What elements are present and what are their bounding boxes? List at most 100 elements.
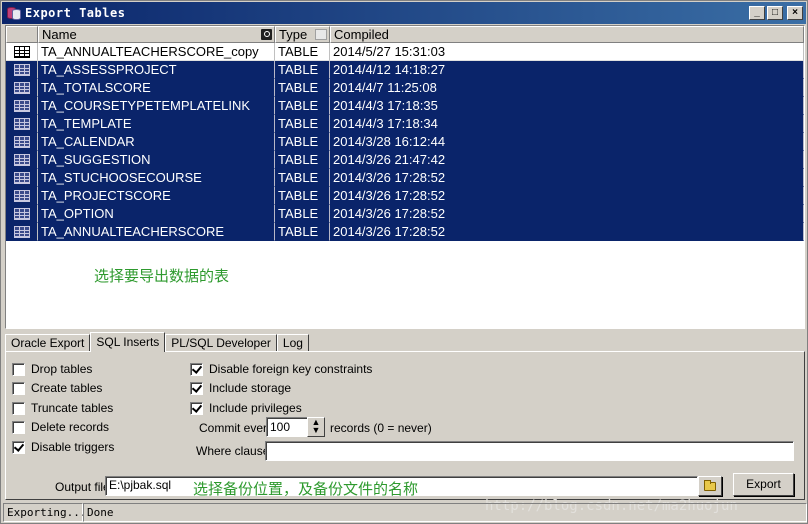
table-name-cell[interactable]: TA_SUGGESTION bbox=[38, 151, 275, 169]
checkbox-box[interactable] bbox=[190, 401, 203, 415]
table-row[interactable]: TA_SUGGESTION TABLE 2014/3/26 21:47:42 bbox=[6, 151, 804, 169]
table-row[interactable]: TA_ANNUALTEACHERSCORE TABLE 2014/3/26 17:2… bbox=[6, 223, 804, 241]
table-type-cell[interactable]: TABLE bbox=[275, 223, 330, 241]
table-compiled-cell[interactable]: 2014/3/26 17:28:52 bbox=[330, 205, 804, 223]
column-header-name[interactable]: Name bbox=[38, 26, 275, 43]
column-header-label: Name bbox=[42, 27, 77, 42]
where-clause-label: Where clause bbox=[196, 444, 270, 458]
table-name-cell[interactable]: TA_OPTION bbox=[38, 205, 275, 223]
commit-every-spinner[interactable]: ▲ ▼ bbox=[307, 417, 325, 437]
row-indicator[interactable] bbox=[6, 115, 38, 133]
where-clause-input[interactable] bbox=[265, 441, 794, 461]
row-indicator[interactable] bbox=[6, 79, 38, 97]
checkbox-box[interactable] bbox=[12, 401, 25, 415]
table-name-cell[interactable]: TA_TOTALSCORE bbox=[38, 79, 275, 97]
truncate-tables-checkbox[interactable]: Truncate tables bbox=[12, 401, 113, 415]
table-type-cell[interactable]: TABLE bbox=[275, 61, 330, 79]
status-progress: Exporting... bbox=[3, 503, 86, 522]
disable-fk-constraints-checkbox[interactable]: Disable foreign key constraints bbox=[190, 362, 372, 376]
filter-icon[interactable] bbox=[261, 29, 272, 40]
row-indicator[interactable] bbox=[6, 43, 38, 61]
table-icon bbox=[13, 117, 30, 130]
table-name-cell[interactable]: TA_COURSETYPETEMPLATELINK bbox=[38, 97, 275, 115]
table-row[interactable]: TA_COURSETYPETEMPLATELINK TABLE 2014/4/3 1… bbox=[6, 97, 804, 115]
row-indicator[interactable] bbox=[6, 169, 38, 187]
browse-button[interactable] bbox=[698, 476, 722, 496]
export-button[interactable]: Export bbox=[733, 473, 794, 496]
table-type-cell[interactable]: TABLE bbox=[275, 151, 330, 169]
row-indicator[interactable] bbox=[6, 187, 38, 205]
table-compiled-cell[interactable]: 2014/3/26 21:47:42 bbox=[330, 151, 804, 169]
table-type-cell[interactable]: TABLE bbox=[275, 43, 330, 61]
row-indicator[interactable] bbox=[6, 151, 38, 169]
table-compiled-cell[interactable]: 2014/3/26 17:28:52 bbox=[330, 169, 804, 187]
checkbox-box[interactable] bbox=[12, 381, 25, 395]
table-compiled-cell[interactable]: 2014/4/3 17:18:35 bbox=[330, 97, 804, 115]
checkbox-box[interactable] bbox=[190, 362, 203, 376]
table-row[interactable]: TA_TOTALSCORE TABLE 2014/4/7 11:25:08 bbox=[6, 79, 804, 97]
table-row[interactable]: TA_STUCHOOSECOURSE TABLE 2014/3/26 17:28:5… bbox=[6, 169, 804, 187]
table-name-cell[interactable]: TA_ASSESSPROJECT bbox=[38, 61, 275, 79]
table-compiled-cell[interactable]: 2014/4/3 17:18:34 bbox=[330, 115, 804, 133]
table-name-cell[interactable]: TA_CALENDAR bbox=[38, 133, 275, 151]
create-tables-checkbox[interactable]: Create tables bbox=[12, 381, 102, 395]
table-compiled-cell[interactable]: 2014/4/12 14:18:27 bbox=[330, 61, 804, 79]
row-indicator[interactable] bbox=[6, 61, 38, 79]
table-type-cell[interactable]: TABLE bbox=[275, 79, 330, 97]
table-row[interactable]: TA_ANNUALTEACHERSCORE_copy TABLE 2014/5/27… bbox=[6, 43, 804, 61]
table-row[interactable]: TA_PROJECTSCORE TABLE 2014/3/26 17:28:52 bbox=[6, 187, 804, 205]
tab-oracle-export[interactable]: Oracle Export bbox=[5, 334, 91, 351]
folder-open-icon bbox=[704, 480, 716, 491]
table-row[interactable]: TA_OPTION TABLE 2014/3/26 17:28:52 bbox=[6, 205, 804, 223]
row-indicator[interactable] bbox=[6, 205, 38, 223]
table-compiled-cell[interactable]: 2014/3/26 17:28:52 bbox=[330, 223, 804, 241]
checkbox-label: Delete records bbox=[31, 420, 110, 434]
row-indicator[interactable] bbox=[6, 133, 38, 151]
table-type-cell[interactable]: TABLE bbox=[275, 187, 330, 205]
minimize-button[interactable]: _ bbox=[749, 6, 765, 20]
title-bar[interactable]: Export Tables _ □ × bbox=[2, 2, 806, 24]
table-name-cell[interactable]: TA_ANNUALTEACHERSCORE bbox=[38, 223, 275, 241]
close-button[interactable]: × bbox=[787, 6, 803, 20]
spin-down-icon[interactable]: ▼ bbox=[308, 426, 324, 435]
table-name-cell[interactable]: TA_TEMPLATE bbox=[38, 115, 275, 133]
checkbox-box[interactable] bbox=[190, 381, 203, 395]
table-row[interactable]: TA_ASSESSPROJECT TABLE 2014/4/12 14:18:27 bbox=[6, 61, 804, 79]
table-compiled-cell[interactable]: 2014/5/27 15:31:03 bbox=[330, 43, 804, 61]
grid-header: Name Type Compiled bbox=[6, 26, 804, 43]
checkbox-box[interactable] bbox=[12, 362, 25, 376]
table-name-cell[interactable]: TA_PROJECTSCORE bbox=[38, 187, 275, 205]
column-header-type[interactable]: Type bbox=[275, 26, 330, 43]
checkbox-box[interactable] bbox=[12, 420, 25, 434]
delete-records-checkbox[interactable]: Delete records bbox=[12, 420, 109, 434]
table-type-cell[interactable]: TABLE bbox=[275, 97, 330, 115]
checkbox-box[interactable] bbox=[12, 440, 25, 454]
table-row[interactable]: TA_TEMPLATE TABLE 2014/4/3 17:18:34 bbox=[6, 115, 804, 133]
table-type-cell[interactable]: TABLE bbox=[275, 133, 330, 151]
drop-tables-checkbox[interactable]: Drop tables bbox=[12, 362, 92, 376]
sort-icon[interactable] bbox=[315, 29, 327, 40]
table-type-cell[interactable]: TABLE bbox=[275, 115, 330, 133]
table-row[interactable]: TA_CALENDAR TABLE 2014/3/28 16:12:44 bbox=[6, 133, 804, 151]
table-compiled-cell[interactable]: 2014/3/26 17:28:52 bbox=[330, 187, 804, 205]
include-privileges-checkbox[interactable]: Include privileges bbox=[190, 401, 302, 415]
tab-strip: Oracle Export SQL Inserts PL/SQL Develop… bbox=[5, 332, 309, 352]
table-icon bbox=[13, 225, 30, 238]
column-header-compiled[interactable]: Compiled bbox=[330, 26, 804, 43]
commit-every-input[interactable]: 100 bbox=[266, 417, 308, 437]
maximize-button[interactable]: □ bbox=[767, 6, 783, 20]
table-name-cell[interactable]: TA_STUCHOOSECOURSE bbox=[38, 169, 275, 187]
table-type-cell[interactable]: TABLE bbox=[275, 169, 330, 187]
tab-plsql-developer[interactable]: PL/SQL Developer bbox=[165, 334, 277, 351]
include-storage-checkbox[interactable]: Include storage bbox=[190, 381, 291, 395]
tab-log[interactable]: Log bbox=[276, 334, 309, 351]
table-compiled-cell[interactable]: 2014/3/28 16:12:44 bbox=[330, 133, 804, 151]
row-indicator[interactable] bbox=[6, 97, 38, 115]
row-indicator[interactable] bbox=[6, 223, 38, 241]
tab-sql-inserts[interactable]: SQL Inserts bbox=[90, 332, 166, 352]
table-type-cell[interactable]: TABLE bbox=[275, 205, 330, 223]
table-name-cell[interactable]: TA_ANNUALTEACHERSCORE_copy bbox=[38, 43, 275, 61]
header-corner[interactable] bbox=[6, 26, 38, 43]
disable-triggers-checkbox[interactable]: Disable triggers bbox=[12, 440, 114, 454]
table-compiled-cell[interactable]: 2014/4/7 11:25:08 bbox=[330, 79, 804, 97]
